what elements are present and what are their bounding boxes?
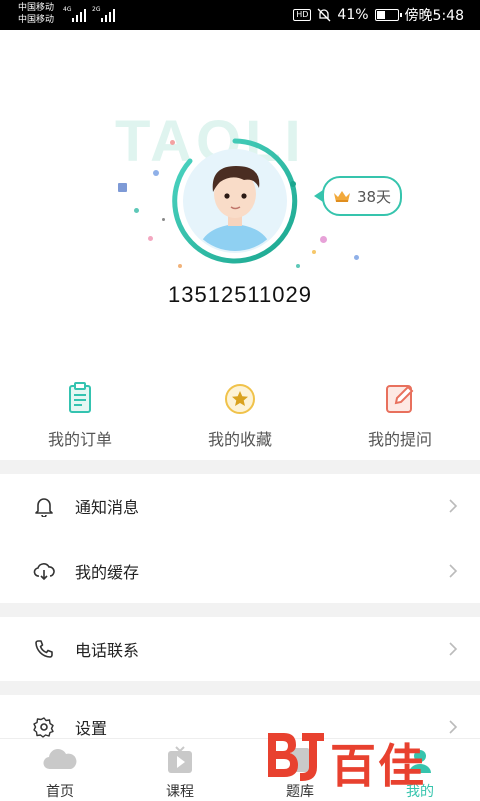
tab-label: 课程 — [166, 784, 194, 800]
menu-item-notifications[interactable]: 通知消息 — [0, 474, 480, 538]
gear-icon — [33, 717, 54, 738]
my-orders-label: 我的订单 — [47, 430, 112, 449]
battery-percent: 41% — [337, 7, 369, 23]
section-divider — [0, 681, 480, 695]
decor-dot — [134, 208, 139, 213]
decor-dot — [354, 255, 359, 260]
days-label: 38天 — [356, 187, 392, 206]
signal-1-icon — [72, 8, 88, 22]
menu-item-cache[interactable]: 我的缓存 — [0, 539, 480, 603]
menu-item-label: 电话联系 — [75, 641, 140, 660]
battery-icon — [374, 9, 402, 21]
decor-dot — [148, 236, 153, 241]
cloud-download-icon — [33, 563, 55, 581]
video-icon — [168, 746, 192, 773]
user-phone-number: 13512511029 — [168, 282, 312, 307]
baijia-logo-text: 百佳 — [330, 739, 426, 793]
my-favorites-label: 我的收藏 — [207, 430, 272, 449]
decor-dot — [118, 183, 127, 192]
crown-icon — [333, 191, 350, 202]
hd-icon: HD — [293, 9, 312, 21]
chevron-right-icon — [449, 642, 458, 656]
my-favorites-button[interactable]: 我的收藏 — [160, 380, 320, 450]
clock: 傍晚5:48 — [404, 8, 464, 24]
star-icon — [225, 384, 255, 414]
status-bar: 中国移动 中国移动 4G 2G HD 41% 傍晚5:48 — [0, 0, 480, 30]
home-icon — [43, 749, 77, 770]
chevron-right-icon — [449, 564, 458, 578]
my-questions-button[interactable]: 我的提问 — [320, 380, 480, 450]
my-orders-button[interactable]: 我的订单 — [0, 380, 160, 450]
section-divider — [0, 603, 480, 617]
decor-dot — [153, 170, 159, 176]
decor-dot — [312, 250, 316, 254]
tab-home[interactable]: 首页 — [0, 739, 120, 801]
chevron-right-icon — [449, 499, 458, 513]
tab-courses[interactable]: 课程 — [120, 739, 240, 801]
shortcut-row: 我的订单 我的收藏 我的提问 — [0, 380, 480, 450]
menu-item-label: 通知消息 — [75, 498, 140, 517]
menu-item-label: 我的缓存 — [75, 563, 140, 582]
bell-icon — [35, 498, 53, 517]
carrier-2-label: 中国移动 — [18, 15, 55, 25]
decor-dot — [320, 236, 327, 243]
tab-label: 首页 — [46, 784, 74, 800]
phone-icon — [35, 640, 53, 658]
signal-2-icon — [101, 8, 117, 22]
network-type-1: 4G — [63, 6, 72, 13]
network-type-2: 2G — [92, 6, 101, 13]
carrier-1-label: 中国移动 — [18, 3, 55, 13]
membership-days-badge[interactable]: 38天 — [314, 176, 402, 216]
my-questions-label: 我的提问 — [367, 430, 432, 449]
mute-bell-icon — [317, 8, 331, 22]
edit-icon — [386, 385, 414, 413]
section-divider — [0, 460, 480, 474]
avatar[interactable] — [170, 136, 300, 266]
menu-item-phone-contact[interactable]: 电话联系 — [0, 617, 480, 681]
decor-dot — [162, 218, 165, 221]
order-icon — [69, 382, 91, 413]
